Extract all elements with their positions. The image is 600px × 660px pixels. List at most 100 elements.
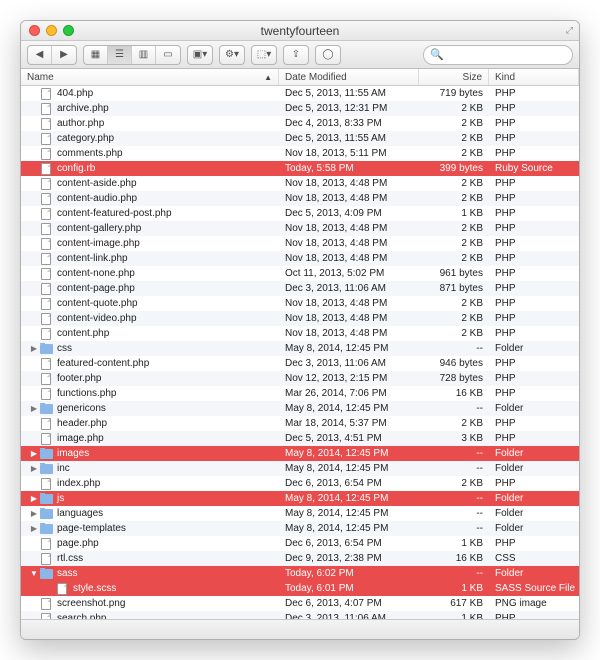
file-date: May 8, 2014, 12:45 PM	[279, 463, 419, 474]
view-icon-button[interactable]: ▦	[84, 46, 108, 64]
table-row[interactable]: page.phpDec 6, 2013, 6:54 PM1 KBPHP	[21, 536, 579, 551]
action-button[interactable]: ⚙▾	[219, 45, 245, 65]
table-row[interactable]: ▶genericonsMay 8, 2014, 12:45 PM--Folder	[21, 401, 579, 416]
back-button[interactable]: ◀	[28, 46, 52, 64]
file-name: index.php	[57, 478, 100, 489]
search-input[interactable]	[448, 49, 580, 61]
table-row[interactable]: content-gallery.phpNov 18, 2013, 4:48 PM…	[21, 221, 579, 236]
table-row[interactable]: archive.phpDec 5, 2013, 12:31 PM2 KBPHP	[21, 101, 579, 116]
table-row[interactable]: ▶jsMay 8, 2014, 12:45 PM--Folder	[21, 491, 579, 506]
dropbox-button[interactable]: ⬚▾	[251, 45, 277, 65]
file-icon	[39, 553, 53, 565]
disclosure-icon[interactable]: ▶	[29, 464, 39, 473]
file-size: 16 KB	[419, 388, 489, 399]
share-button[interactable]: ⇪	[283, 45, 309, 65]
minimize-icon[interactable]	[46, 25, 57, 36]
file-name: config.rb	[57, 163, 95, 174]
file-name: rtl.css	[57, 553, 83, 564]
titlebar: twentyfourteen ⤢	[21, 21, 579, 41]
file-name: style.scss	[73, 583, 116, 594]
column-header-size[interactable]: Size	[419, 69, 489, 85]
file-icon	[39, 418, 53, 430]
table-row[interactable]: 404.phpDec 5, 2013, 11:55 AM719 bytesPHP	[21, 86, 579, 101]
close-icon[interactable]	[29, 25, 40, 36]
forward-button[interactable]: ▶	[52, 46, 76, 64]
disclosure-icon[interactable]: ▶	[29, 494, 39, 503]
table-row[interactable]: comments.phpNov 18, 2013, 5:11 PM2 KBPHP	[21, 146, 579, 161]
zoom-icon[interactable]	[63, 25, 74, 36]
table-row[interactable]: ▶cssMay 8, 2014, 12:45 PM--Folder	[21, 341, 579, 356]
table-row[interactable]: content-page.phpDec 3, 2013, 11:06 AM871…	[21, 281, 579, 296]
file-name: content-audio.php	[57, 193, 137, 204]
view-list-button[interactable]: ☰	[108, 46, 132, 64]
table-row[interactable]: footer.phpNov 12, 2013, 2:15 PM728 bytes…	[21, 371, 579, 386]
file-kind: PHP	[489, 268, 579, 279]
tags-button[interactable]: ◯	[315, 45, 341, 65]
table-row[interactable]: content-aside.phpNov 18, 2013, 4:48 PM2 …	[21, 176, 579, 191]
table-row[interactable]: index.phpDec 6, 2013, 6:54 PM2 KBPHP	[21, 476, 579, 491]
table-row[interactable]: header.phpMar 18, 2014, 5:37 PM2 KBPHP	[21, 416, 579, 431]
file-size: 16 KB	[419, 553, 489, 564]
disclosure-icon[interactable]: ▶	[29, 344, 39, 353]
column-header-date[interactable]: Date Modified	[279, 69, 419, 85]
view-coverflow-button[interactable]: ▭	[156, 46, 180, 64]
file-kind: PHP	[489, 148, 579, 159]
disclosure-icon[interactable]: ▶	[29, 524, 39, 533]
disclosure-icon[interactable]: ▼	[29, 569, 39, 578]
file-icon	[55, 583, 69, 595]
file-icon	[39, 88, 53, 100]
file-kind: PHP	[489, 103, 579, 114]
table-row[interactable]: ▶page-templatesMay 8, 2014, 12:45 PM--Fo…	[21, 521, 579, 536]
file-kind: Folder	[489, 403, 579, 414]
column-header-name[interactable]: Name▲	[21, 69, 279, 85]
fullscreen-icon[interactable]: ⤢	[566, 25, 573, 36]
window-title: twentyfourteen	[21, 24, 579, 38]
table-row[interactable]: functions.phpMar 26, 2014, 7:06 PM16 KBP…	[21, 386, 579, 401]
file-name: inc	[57, 463, 70, 474]
file-size: 2 KB	[419, 103, 489, 114]
disclosure-icon[interactable]: ▶	[29, 404, 39, 413]
table-row[interactable]: image.phpDec 5, 2013, 4:51 PM3 KBPHP	[21, 431, 579, 446]
table-row[interactable]: content-video.phpNov 18, 2013, 4:48 PM2 …	[21, 311, 579, 326]
table-row[interactable]: ▶incMay 8, 2014, 12:45 PM--Folder	[21, 461, 579, 476]
search-field[interactable]: 🔍	[423, 45, 573, 65]
table-row[interactable]: content-none.phpOct 11, 2013, 5:02 PM961…	[21, 266, 579, 281]
file-name: sass	[57, 568, 78, 579]
file-date: Dec 6, 2013, 6:54 PM	[279, 538, 419, 549]
table-row[interactable]: content-image.phpNov 18, 2013, 4:48 PM2 …	[21, 236, 579, 251]
table-row[interactable]: ▶languagesMay 8, 2014, 12:45 PM--Folder	[21, 506, 579, 521]
file-kind: PHP	[489, 283, 579, 294]
column-header-kind[interactable]: Kind	[489, 69, 579, 85]
file-icon	[39, 133, 53, 145]
table-row[interactable]: author.phpDec 4, 2013, 8:33 PM2 KBPHP	[21, 116, 579, 131]
file-size: --	[419, 523, 489, 534]
folder-icon	[39, 493, 53, 505]
table-row[interactable]: content-featured-post.phpDec 5, 2013, 4:…	[21, 206, 579, 221]
table-row[interactable]: config.rbToday, 5:58 PM399 bytesRuby Sou…	[21, 161, 579, 176]
traffic-lights	[29, 25, 74, 36]
table-row[interactable]: content-audio.phpNov 18, 2013, 4:48 PM2 …	[21, 191, 579, 206]
table-row[interactable]: ▶imagesMay 8, 2014, 12:45 PM--Folder	[21, 446, 579, 461]
table-row[interactable]: content.phpNov 18, 2013, 4:48 PM2 KBPHP	[21, 326, 579, 341]
file-size: --	[419, 403, 489, 414]
disclosure-icon[interactable]: ▶	[29, 509, 39, 518]
arrange-button[interactable]: ▣▾	[187, 45, 213, 65]
table-row[interactable]: screenshot.pngDec 6, 2013, 4:07 PM617 KB…	[21, 596, 579, 611]
file-size: 399 bytes	[419, 163, 489, 174]
file-name: content-gallery.php	[57, 223, 141, 234]
table-row[interactable]: style.scssToday, 6:01 PM1 KBSASS Source …	[21, 581, 579, 596]
file-size: 2 KB	[419, 118, 489, 129]
folder-icon	[39, 448, 53, 460]
file-size: 2 KB	[419, 478, 489, 489]
table-row[interactable]: featured-content.phpDec 3, 2013, 11:06 A…	[21, 356, 579, 371]
table-row[interactable]: content-link.phpNov 18, 2013, 4:48 PM2 K…	[21, 251, 579, 266]
table-row[interactable]: content-quote.phpNov 18, 2013, 4:48 PM2 …	[21, 296, 579, 311]
view-column-button[interactable]: ▥	[132, 46, 156, 64]
table-row[interactable]: category.phpDec 5, 2013, 11:55 AM2 KBPHP	[21, 131, 579, 146]
disclosure-icon[interactable]: ▶	[29, 449, 39, 458]
table-row[interactable]: search.phpDec 3, 2013, 11:06 AM1 KBPHP	[21, 611, 579, 619]
column-header-row: Name▲ Date Modified Size Kind	[21, 69, 579, 86]
table-row[interactable]: rtl.cssDec 9, 2013, 2:38 PM16 KBCSS	[21, 551, 579, 566]
table-row[interactable]: ▼sassToday, 6:02 PM--Folder	[21, 566, 579, 581]
file-list[interactable]: 404.phpDec 5, 2013, 11:55 AM719 bytesPHP…	[21, 86, 579, 619]
